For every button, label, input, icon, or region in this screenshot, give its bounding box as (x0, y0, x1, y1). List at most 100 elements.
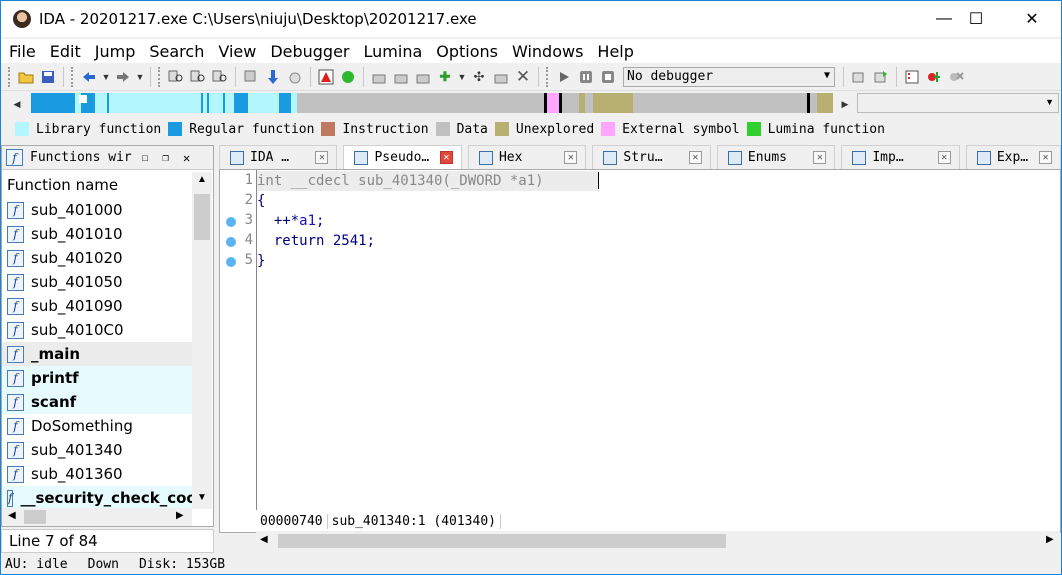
chevron-left-icon[interactable]: ◀ (8, 510, 16, 521)
close-icon[interactable]: ✕ (183, 151, 190, 165)
menu-file[interactable]: File (9, 42, 36, 61)
code-line[interactable]: { (257, 191, 265, 211)
run-icon[interactable] (554, 67, 574, 87)
list-item[interactable]: f sub_4010C0 (2, 318, 192, 342)
menu-search[interactable]: Search (149, 42, 204, 61)
chevron-down-icon[interactable]: ▼ (197, 492, 207, 503)
chevron-right-icon[interactable]: ▶ (1046, 534, 1054, 545)
code-area[interactable]: int __cdecl sub_401340(_DWORD *a1) { ++*… (256, 170, 1060, 510)
warning-icon[interactable] (316, 67, 336, 87)
make-ascii-icon[interactable] (413, 67, 433, 87)
analysis-icon[interactable] (285, 67, 305, 87)
list-item[interactable]: f DoSomething (2, 414, 192, 438)
text-search-icon[interactable] (188, 67, 208, 87)
close-icon[interactable]: ✕ (688, 151, 702, 164)
menu-view[interactable]: View (218, 42, 256, 61)
tab-exports[interactable]: Exp… ✕ (965, 145, 1062, 169)
scrollbar-thumb[interactable] (194, 194, 210, 240)
chevron-left-icon[interactable]: ◀ (260, 534, 268, 545)
code-line[interactable]: ++*a1; (257, 211, 325, 231)
search-next-icon[interactable] (210, 67, 230, 87)
make-code-icon[interactable] (369, 67, 389, 87)
delete-breakpoint-icon[interactable] (946, 67, 966, 87)
scrollbar-thumb[interactable] (278, 534, 726, 548)
tab-pseudocode[interactable]: Pseudo… ✕ (343, 145, 462, 169)
list-item[interactable]: f sub_401360 (2, 462, 192, 486)
debugger-select[interactable]: No debugger ▼ (623, 66, 835, 87)
list-item[interactable]: f sub_401020 (2, 246, 192, 270)
list-item-selected[interactable]: f _main (2, 342, 192, 366)
close-button[interactable]: ✕ (1009, 1, 1055, 37)
close-icon[interactable]: ✕ (564, 151, 578, 164)
close-icon[interactable]: ✕ (439, 151, 453, 164)
menu-options[interactable]: Options (436, 42, 498, 61)
menu-debugger[interactable]: Debugger (270, 42, 349, 61)
toolbar-grip[interactable] (158, 66, 162, 87)
menu-windows[interactable]: Windows (512, 42, 583, 61)
list-item[interactable]: f printf (2, 366, 192, 390)
tab-structures[interactable]: Stru… ✕ (592, 145, 711, 169)
menu-help[interactable]: Help (597, 42, 633, 61)
forward-icon[interactable] (113, 67, 133, 87)
navigation-band[interactable] (31, 93, 833, 113)
nav-segment-combo[interactable]: ▼ (857, 93, 1059, 113)
list-item[interactable]: f __security_check_coo (2, 486, 192, 508)
list-item[interactable]: f scanf (2, 390, 192, 414)
code-line[interactable]: } (257, 251, 265, 271)
nav-right-arrow-icon[interactable]: ▶ (840, 94, 850, 114)
list-item[interactable]: f sub_401010 (2, 222, 192, 246)
editor-horizontal-scrollbar[interactable]: ◀ ▶ (256, 531, 1060, 551)
attach-icon[interactable] (849, 67, 869, 87)
toolbar-grip[interactable] (71, 66, 75, 87)
binary-search-icon[interactable] (166, 67, 186, 87)
make-data-icon[interactable] (391, 67, 411, 87)
maximize-button[interactable]: ☐ (953, 1, 999, 37)
breakpoint-list-icon[interactable] (902, 67, 922, 87)
add-icon[interactable]: ✚ (435, 67, 455, 87)
tab-imports[interactable]: Imp… ✕ (841, 145, 960, 169)
chevron-right-icon[interactable]: ▶ (176, 510, 184, 521)
menu-lumina[interactable]: Lumina (364, 42, 423, 61)
forward-dropdown-icon[interactable]: ▼ (135, 67, 145, 87)
pseudocode-editor[interactable]: 1 2 3 4 5 int __cdecl sub_401340(_DWORD … (219, 169, 1061, 551)
function-name-column-header[interactable]: Function name (2, 172, 192, 198)
stop-icon[interactable] (598, 67, 618, 87)
close-icon[interactable]: ✕ (937, 151, 951, 164)
save-icon[interactable] (38, 67, 58, 87)
restore-icon[interactable]: ☐ (142, 151, 149, 164)
open-icon[interactable] (16, 67, 36, 87)
back-dropdown-icon[interactable]: ▼ (101, 67, 111, 87)
add-dropdown-icon[interactable]: ▼ (457, 67, 467, 87)
toolbar-grip[interactable] (546, 66, 550, 87)
jump-down-icon[interactable] (263, 67, 283, 87)
green-status-icon[interactable] (338, 67, 358, 87)
list-item[interactable]: f sub_401340 (2, 438, 192, 462)
xref-search-icon[interactable] (241, 67, 261, 87)
search-direction[interactable]: Down (88, 557, 119, 572)
tab-hex-view[interactable]: Hex ✕ (467, 145, 587, 169)
nav-left-arrow-icon[interactable]: ◀ (12, 94, 22, 114)
close-icon[interactable]: ✕ (1039, 151, 1053, 164)
list-item[interactable]: f sub_401050 (2, 270, 192, 294)
scrollbar-thumb[interactable] (24, 510, 46, 524)
list-item[interactable]: f sub_401000 (2, 198, 192, 222)
tab-enums[interactable]: Enums ✕ (716, 145, 836, 169)
toolbar-grip[interactable] (8, 66, 12, 87)
code-line-signature[interactable]: int __cdecl sub_401340(_DWORD *a1) (257, 171, 599, 191)
functions-horizontal-scrollbar[interactable]: ◀ ▶ (2, 508, 192, 526)
functions-vertical-scrollbar[interactable]: ▲ ▼ (192, 172, 212, 509)
chevron-up-icon[interactable]: ▲ (197, 174, 207, 185)
menu-edit[interactable]: Edit (50, 42, 81, 61)
tab-ida-view[interactable]: IDA … ✕ (219, 145, 338, 169)
list-item[interactable]: f sub_401090 (2, 294, 192, 318)
close-icon[interactable]: ✕ (813, 151, 827, 164)
detach-icon[interactable] (871, 67, 891, 87)
rename-icon[interactable] (491, 67, 511, 87)
menu-jump[interactable]: Jump (95, 42, 136, 61)
undefine-icon[interactable]: ✕ (513, 67, 533, 87)
add-breakpoint-icon[interactable] (924, 67, 944, 87)
move-icon[interactable]: ✣ (469, 67, 489, 87)
pause-icon[interactable] (576, 67, 596, 87)
code-line[interactable]: return 2541; (257, 231, 375, 251)
close-icon[interactable]: ✕ (315, 151, 329, 164)
